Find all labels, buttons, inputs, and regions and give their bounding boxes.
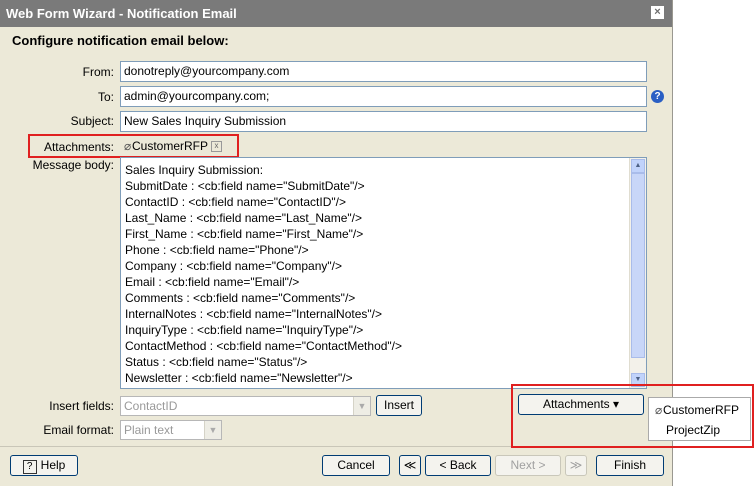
message-body-label: Message body: bbox=[32, 158, 114, 172]
attachments-menu: ⌀CustomerRFP ProjectZip bbox=[648, 397, 751, 441]
help-button-icon: ? bbox=[22, 460, 37, 474]
attachments-menu-item-customerrfp[interactable]: ⌀CustomerRFP bbox=[655, 401, 739, 419]
email-format-value: Plain text bbox=[124, 423, 174, 437]
message-line: Last_Name : <cb:field name="Last_Name"/> bbox=[125, 211, 362, 225]
attachment-chip[interactable]: ⌀CustomerRFP x bbox=[124, 139, 223, 154]
chevron-down-icon: ▼ bbox=[204, 421, 221, 439]
message-line: InquiryType : <cb:field name="InquiryTyp… bbox=[125, 323, 364, 337]
to-field[interactable]: admin@yourcompany.com; bbox=[120, 86, 647, 107]
insert-button[interactable]: Insert bbox=[376, 395, 422, 416]
message-line: Sales Inquiry Submission: bbox=[125, 163, 264, 177]
attachments-menu-item-projectzip[interactable]: ProjectZip bbox=[666, 421, 720, 439]
chevron-down-icon: ▼ bbox=[353, 397, 370, 415]
scroll-thumb[interactable] bbox=[631, 173, 645, 358]
subject-field[interactable]: New Sales Inquiry Submission bbox=[120, 111, 647, 132]
page-heading: Configure notification email below: bbox=[12, 33, 229, 48]
from-label: From: bbox=[82, 65, 114, 79]
email-format-label: Email format: bbox=[43, 423, 114, 437]
to-label: To: bbox=[97, 90, 114, 104]
message-line: Comments : <cb:field name="Comments"/> bbox=[125, 291, 356, 305]
message-line: First_Name : <cb:field name="First_Name"… bbox=[125, 227, 364, 241]
message-line: SubmitDate : <cb:field name="SubmitDate"… bbox=[125, 179, 365, 193]
attachments-label: Attachments: bbox=[43, 140, 114, 154]
close-icon[interactable]: × bbox=[651, 6, 664, 19]
insert-fields-value: ContactID bbox=[124, 399, 178, 413]
cancel-button[interactable]: Cancel bbox=[322, 455, 390, 476]
menu-item-label: CustomerRFP bbox=[663, 403, 740, 417]
message-line: ContactID : <cb:field name="ContactID"/> bbox=[125, 195, 346, 209]
message-line: ContactMethod : <cb:field name="ContactM… bbox=[125, 339, 403, 353]
message-body-text: Sales Inquiry Submission: SubmitDate : <c… bbox=[125, 162, 630, 386]
remove-attachment-icon[interactable]: x bbox=[211, 141, 223, 153]
message-line: Phone : <cb:field name="Phone"/> bbox=[125, 243, 309, 257]
attachment-name: CustomerRFP bbox=[132, 139, 209, 153]
paperclip-icon: ⌀ bbox=[655, 403, 663, 417]
insert-fields-label: Insert fields: bbox=[49, 399, 114, 413]
finish-button[interactable]: Finish bbox=[596, 455, 664, 476]
help-button[interactable]: ? Help bbox=[10, 455, 78, 476]
help-icon[interactable]: ? bbox=[651, 90, 664, 103]
from-field[interactable]: donotreply@yourcompany.com bbox=[120, 61, 647, 82]
last-page-button[interactable]: ≫ bbox=[565, 455, 587, 476]
first-page-button[interactable]: ≪ bbox=[399, 455, 421, 476]
window-title: Web Form Wizard - Notification Email bbox=[6, 6, 237, 21]
next-button[interactable]: Next > bbox=[495, 455, 561, 476]
message-scrollbar[interactable]: ▲ ▼ bbox=[629, 158, 646, 388]
scroll-up-icon[interactable]: ▲ bbox=[631, 159, 645, 173]
insert-fields-select[interactable]: ContactID ▼ bbox=[120, 396, 371, 416]
message-line: Company : <cb:field name="Company"/> bbox=[125, 259, 342, 273]
subject-label: Subject: bbox=[70, 114, 114, 128]
message-line: Status : <cb:field name="Status"/> bbox=[125, 355, 308, 369]
message-body-textarea[interactable]: Sales Inquiry Submission: SubmitDate : <c… bbox=[120, 157, 647, 389]
back-button[interactable]: < Back bbox=[425, 455, 491, 476]
message-line: InternalNotes : <cb:field name="Internal… bbox=[125, 307, 382, 321]
email-format-select[interactable]: Plain text ▼ bbox=[120, 420, 222, 440]
message-line: Email : <cb:field name="Email"/> bbox=[125, 275, 300, 289]
title-bar: Web Form Wizard - Notification Email × bbox=[0, 0, 672, 27]
help-button-label: Help bbox=[40, 458, 66, 472]
attachments-button[interactable]: Attachments ▾ bbox=[518, 394, 644, 415]
paperclip-icon: ⌀ bbox=[124, 139, 132, 153]
